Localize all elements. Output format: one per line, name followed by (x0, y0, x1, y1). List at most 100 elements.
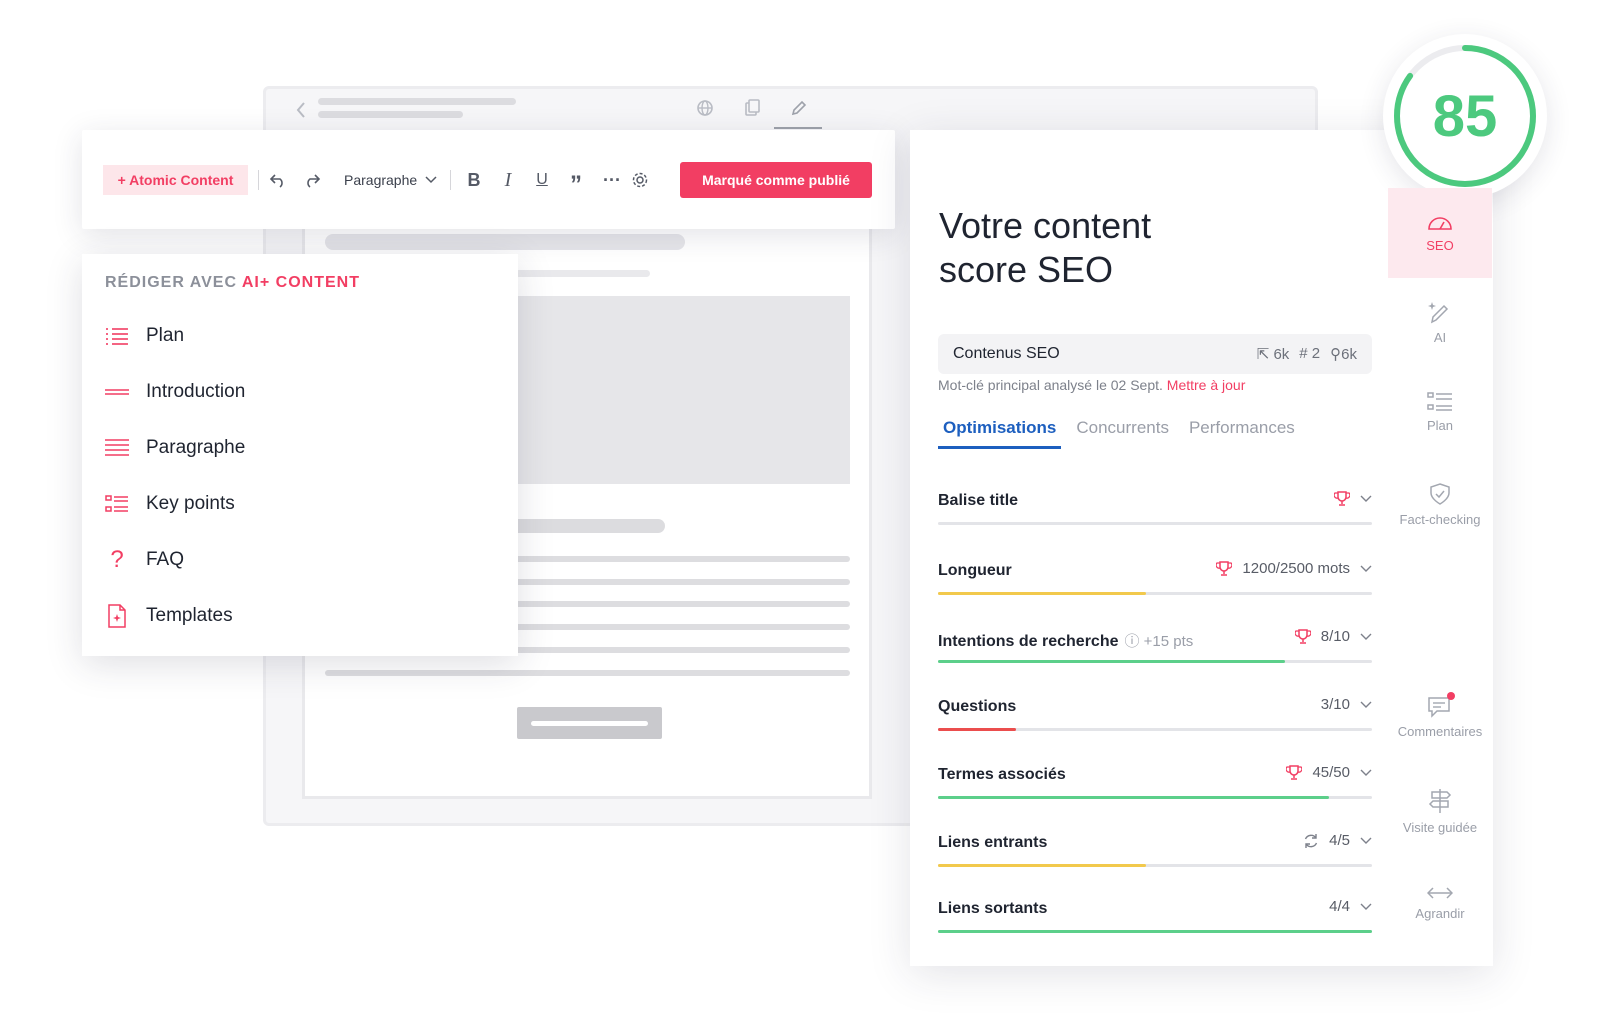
sidebar-item-fact-checking[interactable]: Fact-checking (1388, 482, 1492, 527)
metric-row[interactable]: Balise title (938, 480, 1372, 530)
tab-concurrents[interactable]: Concurrents (1071, 412, 1174, 449)
update-link[interactable]: Mettre à jour (1167, 377, 1246, 393)
metric-row[interactable]: Longueur 1200/2500 mots (938, 550, 1372, 600)
toolbar-divider (258, 170, 259, 190)
sidebar-item-commentaires[interactable]: Commentaires (1388, 692, 1492, 739)
edit-icon[interactable] (790, 99, 808, 117)
active-tab-indicator (774, 127, 822, 129)
metric-right: 4/5 (1303, 832, 1372, 849)
placeholder-line (325, 670, 850, 676)
ai-item-templates[interactable]: Templates (104, 596, 494, 636)
metric-progress-fill (938, 796, 1329, 799)
chevron-down-icon[interactable] (1360, 633, 1372, 641)
metric-row[interactable]: Termes associés 45/50 (938, 754, 1372, 804)
quote-icon[interactable]: ” (564, 168, 588, 198)
ai-item-introduction[interactable]: Introduction (104, 372, 494, 412)
ai-item-label: Paragraphe (146, 437, 246, 458)
searches-stat: ⚲6k (1330, 345, 1357, 363)
clicks-stat: ⇱ 6k (1257, 345, 1290, 363)
seo-score-badge: 85 (1383, 34, 1547, 198)
metric-value: 4/5 (1329, 832, 1350, 849)
settings-icon[interactable] (628, 168, 652, 192)
bold-icon[interactable]: B (462, 168, 486, 192)
metric-progress-track (938, 796, 1372, 799)
atomic-content-button[interactable]: + Atomic Content (103, 165, 248, 195)
metric-row[interactable]: Intentions de recherche ⓘ +15 pts 8/10 (938, 618, 1372, 668)
ai-item-label: Plan (146, 325, 185, 346)
list-icon (104, 323, 130, 349)
sidebar-item-label: AI (1433, 330, 1447, 345)
keyword-text: Contenus SEO (953, 345, 1060, 362)
tab-performances[interactable]: Performances (1184, 412, 1300, 449)
sidebar-item-seo[interactable]: SEO (1388, 188, 1492, 278)
keyword-note: Mot-clé principal analysé le 02 Sept. Me… (938, 377, 1245, 393)
ai-item-plan[interactable]: Plan (104, 316, 494, 356)
ai-item-key-points[interactable]: Key points (104, 484, 494, 524)
chevron-down-icon[interactable] (1360, 769, 1372, 777)
more-icon[interactable]: ··· (600, 168, 624, 192)
toolbar-divider (450, 170, 451, 190)
keyword-box[interactable]: Contenus SEO ⇱ 6k # 2 ⚲6k (938, 334, 1372, 374)
tab-optimisations[interactable]: Optimisations (938, 412, 1062, 449)
metric-row[interactable]: Questions 3/10 (938, 686, 1372, 736)
question-icon: ? (110, 546, 124, 573)
underline-icon[interactable]: U (530, 168, 554, 192)
sidebar-item-label: Agrandir (1415, 906, 1465, 921)
seo-title-line: Votre content (939, 205, 1152, 246)
metric-right: 3/10 (1321, 696, 1372, 713)
placeholder-heading (325, 234, 685, 250)
refresh-icon[interactable] (1303, 833, 1319, 849)
searches-value: 6k (1341, 346, 1357, 363)
metric-name-text: Longueur (938, 562, 1012, 579)
italic-icon[interactable]: I (496, 168, 520, 192)
page-title: Votre content score SEO (939, 204, 1239, 292)
ai-item-faq[interactable]: ? FAQ (104, 540, 494, 580)
undo-icon[interactable] (266, 168, 290, 192)
ai-menu-title-prefix: RÉDIGER AVEC (105, 274, 238, 291)
sidebar-item-plan[interactable]: Plan (1388, 392, 1492, 433)
ai-item-paragraphe[interactable]: Paragraphe (104, 428, 494, 468)
sidebar-item-ai[interactable]: AI (1388, 300, 1492, 345)
placeholder-button (517, 707, 662, 739)
metric-name-text: Liens entrants (938, 834, 1048, 851)
sidebar-item-visite-guidee[interactable]: Visite guidée (1388, 788, 1492, 835)
metric-row[interactable]: Liens sortants 4/4 (938, 888, 1372, 938)
metric-progress-fill (938, 864, 1147, 867)
trophy-icon (1216, 560, 1233, 577)
redo-icon[interactable] (300, 168, 324, 192)
globe-icon[interactable] (696, 99, 714, 117)
metric-value: 1200/2500 mots (1242, 560, 1350, 577)
metric-row[interactable]: Liens entrants 4/5 (938, 822, 1372, 872)
publish-button[interactable]: Marqué comme publié (680, 162, 872, 198)
metric-name: Questions (938, 698, 1016, 716)
chevron-down-icon[interactable] (1360, 837, 1372, 845)
copy-icon[interactable] (743, 99, 761, 117)
signpost-icon (1428, 788, 1452, 814)
sidebar-item-agrandir[interactable]: Agrandir (1388, 886, 1492, 921)
chevron-down-icon[interactable] (1360, 495, 1372, 503)
chevron-down-icon[interactable] (1360, 903, 1372, 911)
comment-icon (1427, 692, 1455, 718)
cursor-icon: ⇱ (1256, 346, 1270, 363)
lines-icon (104, 379, 130, 405)
metric-name: Liens sortants (938, 900, 1047, 918)
ai-item-label: Templates (146, 605, 233, 626)
info-icon[interactable]: ⓘ (1125, 633, 1144, 650)
paragraph-icon (104, 435, 130, 461)
metric-progress-track (938, 592, 1372, 595)
clicks-value: 6k (1273, 346, 1290, 363)
chevron-down-icon[interactable] (1360, 565, 1372, 573)
back-icon[interactable] (294, 101, 308, 119)
ai-menu-title-accent: AI+ CONTENT (241, 274, 360, 291)
trophy-icon (1334, 490, 1350, 507)
paragraph-style-select[interactable]: Paragraphe (344, 168, 437, 192)
url-placeholder (318, 98, 516, 105)
ai-item-label: Key points (146, 493, 235, 514)
seo-title-line: score SEO (939, 249, 1114, 290)
ai-item-label: FAQ (146, 549, 185, 570)
metric-name-text: Questions (938, 698, 1017, 715)
chevron-down-icon[interactable] (1360, 701, 1372, 709)
metric-bonus-text: +15 pts (1143, 633, 1194, 650)
shield-check-icon (1428, 482, 1452, 506)
keyword-stats: ⇱ 6k # 2 ⚲6k (1257, 345, 1357, 363)
